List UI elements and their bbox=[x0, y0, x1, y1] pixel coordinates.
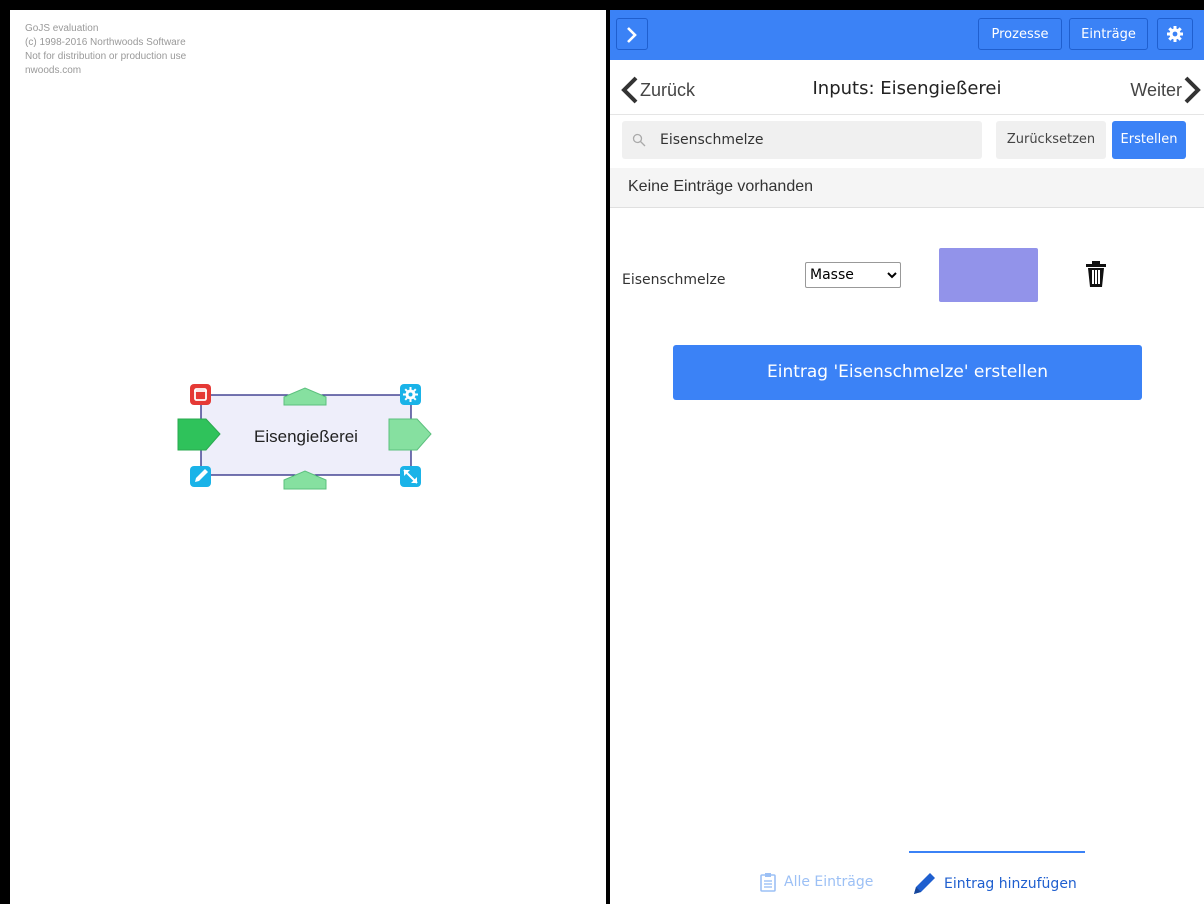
create-button[interactable]: Erstellen bbox=[1112, 121, 1186, 159]
trash-icon[interactable] bbox=[1085, 260, 1107, 288]
unit-select[interactable]: Masse bbox=[805, 262, 901, 288]
pencil-icon bbox=[914, 873, 935, 894]
next-link[interactable]: Weiter bbox=[1130, 76, 1202, 104]
chevron-right-icon bbox=[627, 27, 637, 43]
tab-add-label: Eintrag hinzufügen bbox=[944, 876, 1077, 892]
top-bar: Prozesse Einträge bbox=[610, 10, 1204, 60]
edit-icon[interactable] bbox=[190, 466, 211, 487]
tab-all-entries[interactable]: Alle Einträge bbox=[760, 872, 873, 892]
process-node-label: Eisengießerei bbox=[254, 427, 358, 446]
eintraege-button[interactable]: Einträge bbox=[1069, 18, 1148, 50]
tab-add-entry[interactable]: Eintrag hinzufügen bbox=[912, 872, 1077, 896]
empty-list-message: Keine Einträge vorhanden bbox=[610, 168, 1204, 208]
search-icon bbox=[632, 133, 646, 147]
right-output-port[interactable] bbox=[388, 418, 432, 451]
create-entry-button[interactable]: Eintrag 'Eisenschmelze' erstellen bbox=[673, 345, 1142, 400]
tab-all-label: Alle Einträge bbox=[784, 874, 874, 890]
color-swatch[interactable] bbox=[939, 248, 1038, 302]
delete-icon[interactable] bbox=[190, 384, 211, 405]
bottom-tab-bar: Alle Einträge Eintrag hinzufügen bbox=[610, 848, 1204, 904]
side-panel: Prozesse Einträge Zurück Inputs: Eisengi… bbox=[610, 10, 1204, 904]
prozesse-button[interactable]: Prozesse bbox=[978, 18, 1062, 50]
diagram-canvas[interactable]: GoJS evaluation (c) 1998-2016 Northwoods… bbox=[10, 10, 606, 904]
window: GoJS evaluation (c) 1998-2016 Northwoods… bbox=[0, 0, 1204, 904]
gear-icon bbox=[1167, 26, 1183, 42]
diagram-layer: Eisengießerei bbox=[177, 384, 432, 490]
search-row: Zurücksetzen Erstellen bbox=[610, 114, 1204, 169]
navigation-bar: Zurück Inputs: Eisengießerei Weiter bbox=[610, 60, 1204, 115]
panel-toggle-button[interactable] bbox=[616, 18, 648, 50]
settings-icon[interactable] bbox=[400, 384, 421, 405]
page-title: Inputs: Eisengießerei bbox=[812, 78, 1002, 99]
resize-icon[interactable] bbox=[400, 466, 421, 487]
search-input[interactable] bbox=[658, 131, 962, 149]
reset-button[interactable]: Zurücksetzen bbox=[996, 121, 1106, 159]
entry-row: Eisenschmelze Masse bbox=[610, 246, 1204, 306]
active-tab-indicator bbox=[909, 851, 1085, 853]
top-port[interactable] bbox=[283, 387, 327, 406]
clipboard-icon bbox=[760, 873, 776, 892]
entry-label: Eisenschmelze bbox=[622, 272, 726, 288]
chevron-right-icon bbox=[1184, 76, 1201, 104]
search-box[interactable] bbox=[622, 121, 982, 159]
next-label: Weiter bbox=[1130, 79, 1182, 100]
settings-button[interactable] bbox=[1157, 18, 1193, 50]
